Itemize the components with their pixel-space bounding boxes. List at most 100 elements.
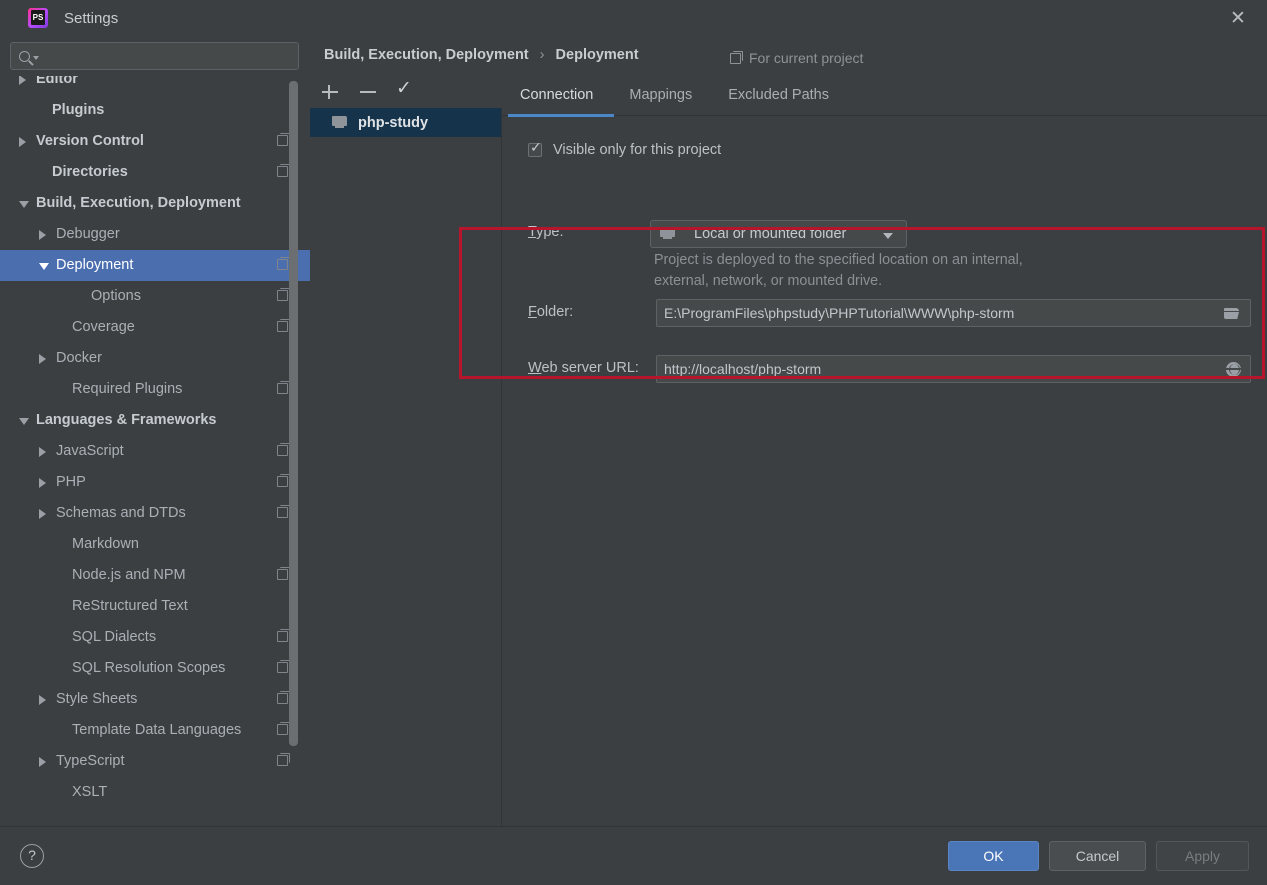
ok-button[interactable]: OK	[948, 841, 1039, 871]
sidebar-item-languages-frameworks[interactable]: Languages & Frameworks	[0, 405, 310, 436]
type-label: Type:	[528, 224, 564, 240]
active-tab-indicator	[508, 114, 614, 117]
sidebar-item-label: Options	[91, 288, 141, 304]
sidebar-item-restructured-text[interactable]: ReStructured Text	[0, 591, 310, 622]
sidebar-item-options[interactable]: Options	[0, 281, 310, 312]
tab-excluded-paths[interactable]: Excluded Paths	[710, 78, 847, 113]
sidebar-item-label: Plugins	[52, 102, 105, 118]
copy-icon	[277, 505, 290, 518]
chevron-right-icon[interactable]	[39, 354, 46, 364]
folder-label: Folder:	[528, 304, 574, 320]
chevron-down-icon	[883, 233, 893, 239]
local-folder-icon	[660, 227, 677, 241]
sidebar-item-version-control[interactable]: Version Control	[0, 126, 310, 157]
cancel-button[interactable]: Cancel	[1049, 841, 1146, 871]
visible-only-checkbox[interactable]	[528, 140, 542, 157]
chevron-right-icon[interactable]	[39, 509, 46, 519]
chevron-right-icon[interactable]	[39, 695, 46, 705]
globe-icon[interactable]	[1226, 361, 1241, 377]
sidebar-item-debugger[interactable]: Debugger	[0, 219, 310, 250]
copy-icon	[730, 50, 743, 64]
sidebar-item-label: Build, Execution, Deployment	[36, 195, 241, 211]
copy-icon	[277, 164, 290, 177]
sidebar-item-directories[interactable]: Directories	[0, 157, 310, 188]
web-server-url-input[interactable]	[657, 357, 1226, 381]
sidebar-item-label: Template Data Languages	[72, 722, 242, 738]
search-container	[0, 36, 310, 70]
plus-icon[interactable]	[320, 82, 340, 102]
breadcrumb-current: Deployment	[555, 47, 639, 63]
sidebar-item-editor[interactable]: Editor	[0, 76, 310, 95]
sidebar-item-label: Required Plugins	[72, 381, 183, 397]
type-help-line1: Project is deployed to the specified loc…	[654, 252, 1023, 268]
check-icon[interactable]	[396, 77, 416, 102]
sidebar-item-template-data-languages[interactable]: Template Data Languages	[0, 715, 310, 746]
sidebar-item-label: Docker	[56, 350, 102, 366]
sidebar-item-xslt[interactable]: XSLT	[0, 777, 310, 808]
sidebar-item-javascript[interactable]: JavaScript	[0, 436, 310, 467]
phpstorm-logo-icon	[28, 8, 48, 28]
folder-field[interactable]	[656, 299, 1251, 327]
type-dropdown[interactable]: Local or mounted folder	[650, 220, 907, 248]
chevron-right-icon[interactable]	[19, 76, 26, 85]
chevron-right-icon[interactable]	[19, 137, 26, 147]
dialog-footer: ? OK Cancel Apply	[0, 827, 1267, 885]
copy-icon	[277, 381, 290, 394]
folder-input[interactable]	[657, 301, 1224, 325]
sidebar-item-php[interactable]: PHP	[0, 467, 310, 498]
server-list[interactable]: php-study	[310, 108, 501, 826]
apply-button[interactable]: Apply	[1156, 841, 1249, 871]
sidebar-item-label: Editor	[36, 76, 78, 87]
help-icon[interactable]: ?	[20, 844, 44, 868]
chevron-down-icon[interactable]	[19, 418, 29, 425]
chevron-down-icon[interactable]	[39, 263, 49, 270]
chevron-right-icon[interactable]	[39, 757, 46, 767]
sidebar-item-required-plugins[interactable]: Required Plugins	[0, 374, 310, 405]
sidebar-item-docker[interactable]: Docker	[0, 343, 310, 374]
sidebar-item-label: JavaScript	[56, 443, 124, 459]
list-item-label: php-study	[358, 114, 429, 131]
sidebar-scrollbar-track[interactable]	[289, 36, 304, 786]
breadcrumb-parent[interactable]: Build, Execution, Deployment	[324, 47, 529, 63]
sidebar-item-label: Debugger	[56, 226, 120, 242]
sidebar-item-typescript[interactable]: TypeScript	[0, 746, 310, 777]
sidebar-item-label: Version Control	[36, 133, 144, 149]
sidebar-item-build-execution-deployment[interactable]: Build, Execution, Deployment	[0, 188, 310, 219]
settings-main-panel: Build, Execution, Deployment › Deploymen…	[310, 36, 1267, 826]
copy-icon	[277, 443, 290, 456]
sidebar-item-sql-dialects[interactable]: SQL Dialects	[0, 622, 310, 653]
sidebar-item-style-sheets[interactable]: Style Sheets	[0, 684, 310, 715]
list-item[interactable]: php-study	[310, 108, 501, 137]
breadcrumb: Build, Execution, Deployment › Deploymen…	[324, 47, 639, 63]
settings-tree[interactable]: Editor Plugins Version Control Directories B…	[0, 76, 310, 826]
close-icon[interactable]: ✕	[1223, 4, 1253, 32]
tab-bar: Connection Mappings Excluded Paths	[502, 78, 847, 116]
type-help-text: Project is deployed to the specified loc…	[654, 250, 1114, 292]
visible-only-checkbox-row[interactable]: Visible only for this project	[528, 140, 721, 158]
minus-icon[interactable]	[358, 82, 378, 102]
sidebar-item-label: Node.js and NPM	[72, 567, 186, 583]
sidebar-item-coverage[interactable]: Coverage	[0, 312, 310, 343]
web-server-url-field[interactable]	[656, 355, 1251, 383]
type-dropdown-value: Local or mounted folder	[694, 226, 847, 242]
sidebar-item-deployment[interactable]: Deployment	[0, 250, 310, 281]
folder-icon[interactable]	[1224, 307, 1240, 319]
search-field[interactable]	[10, 42, 299, 70]
copy-icon	[277, 629, 290, 642]
copy-icon	[277, 567, 290, 580]
sidebar-item-plugins[interactable]: Plugins	[0, 95, 310, 126]
copy-icon	[277, 288, 290, 301]
sidebar-item-sql-resolution-scopes[interactable]: SQL Resolution Scopes	[0, 653, 310, 684]
chevron-right-icon[interactable]	[39, 447, 46, 457]
sidebar-item-markdown[interactable]: Markdown	[0, 529, 310, 560]
sidebar-scrollbar-thumb[interactable]	[289, 81, 298, 746]
settings-sidebar: Editor Plugins Version Control Directories B…	[0, 36, 310, 826]
tab-mappings[interactable]: Mappings	[611, 78, 710, 113]
tab-connection[interactable]: Connection	[502, 78, 611, 113]
search-input[interactable]	[45, 44, 285, 68]
chevron-down-icon[interactable]	[19, 201, 29, 208]
chevron-right-icon[interactable]	[39, 478, 46, 488]
sidebar-item-node-js-and-npm[interactable]: Node.js and NPM	[0, 560, 310, 591]
sidebar-item-schemas-and-dtds[interactable]: Schemas and DTDs	[0, 498, 310, 529]
chevron-right-icon[interactable]	[39, 230, 46, 240]
